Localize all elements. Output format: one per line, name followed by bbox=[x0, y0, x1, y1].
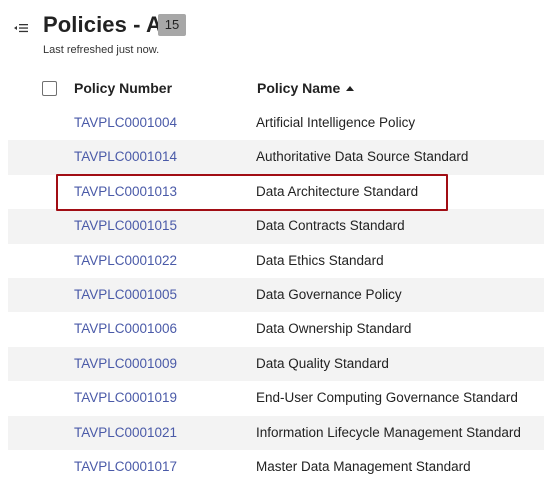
table-row[interactable]: TAVPLC0001013 Data Architecture Standard bbox=[8, 175, 544, 209]
policy-name-cell: Data Contracts Standard bbox=[256, 218, 405, 234]
sort-ascending-icon bbox=[346, 86, 355, 91]
table-row[interactable]: TAVPLC0001006 Data Ownership Standard bbox=[8, 312, 544, 346]
policy-name-cell: Information Lifecycle Management Standar… bbox=[256, 424, 521, 440]
policy-name-cell: Data Ownership Standard bbox=[256, 321, 412, 337]
policy-number-link[interactable]: TAVPLC0001019 bbox=[74, 390, 177, 405]
policy-name-cell: Data Ethics Standard bbox=[256, 252, 384, 268]
table-row[interactable]: TAVPLC0001009 Data Quality Standard bbox=[8, 346, 544, 382]
policy-number-link[interactable]: TAVPLC0001017 bbox=[74, 459, 177, 474]
column-header-label: Policy Name bbox=[257, 80, 341, 96]
table-row[interactable]: TAVPLC0001019 End-User Computing Governan… bbox=[8, 381, 544, 415]
table-row[interactable]: TAVPLC0001017 Master Data Management Stan… bbox=[8, 450, 544, 484]
table-row[interactable]: TAVPLC0001004 Artificial Intelligence Pol… bbox=[8, 106, 544, 140]
policy-number-link[interactable]: TAVPLC0001005 bbox=[74, 287, 177, 302]
collapse-list-icon[interactable] bbox=[14, 23, 28, 33]
column-header-policy-number[interactable]: Policy Number bbox=[74, 80, 172, 96]
policy-number-link[interactable]: TAVPLC0001022 bbox=[74, 253, 177, 268]
policy-name-cell: Data Governance Policy bbox=[256, 286, 402, 302]
record-count-badge: 15 bbox=[158, 14, 186, 36]
select-all-checkbox[interactable] bbox=[42, 81, 57, 96]
policy-number-link[interactable]: TAVPLC0001013 bbox=[74, 184, 177, 199]
policy-name-cell: Authoritative Data Source Standard bbox=[256, 149, 469, 165]
policy-number-link[interactable]: TAVPLC0001009 bbox=[74, 356, 177, 371]
policies-table: Policy Number Policy Name TAVPLC0001004 A… bbox=[8, 70, 544, 484]
policy-name-cell: Data Architecture Standard bbox=[256, 183, 419, 199]
last-refreshed-text: Last refreshed just now. bbox=[43, 44, 160, 56]
table-row[interactable]: TAVPLC0001021 Information Lifecycle Manag… bbox=[8, 415, 544, 450]
page-title: Policies - All bbox=[43, 12, 175, 37]
policy-name-cell: Master Data Management Standard bbox=[256, 458, 471, 474]
column-header-label: Policy Number bbox=[74, 80, 173, 96]
table-row[interactable]: TAVPLC0001014 Authoritative Data Source S… bbox=[8, 140, 544, 175]
policy-number-link[interactable]: TAVPLC0001014 bbox=[74, 149, 177, 164]
policy-number-link[interactable]: TAVPLC0001021 bbox=[74, 425, 177, 440]
policy-number-link[interactable]: TAVPLC0001015 bbox=[74, 218, 177, 233]
table-row[interactable]: TAVPLC0001005 Data Governance Policy bbox=[8, 277, 544, 313]
page-header: Policies - All 15 Last refreshed just no… bbox=[0, 0, 544, 64]
policy-name-cell: Artificial Intelligence Policy bbox=[256, 115, 416, 130]
table-header: Policy Number Policy Name bbox=[8, 70, 544, 106]
table-body: TAVPLC0001004 Artificial Intelligence Pol… bbox=[8, 106, 544, 484]
policy-number-link[interactable]: TAVPLC0001004 bbox=[74, 115, 177, 130]
column-header-policy-name[interactable]: Policy Name bbox=[257, 80, 355, 96]
table-row[interactable]: TAVPLC0001015 Data Contracts Standard bbox=[8, 209, 544, 244]
policy-name-cell: Data Quality Standard bbox=[256, 355, 389, 371]
policy-name-cell: End-User Computing Governance Standard bbox=[256, 390, 518, 406]
table-row[interactable]: TAVPLC0001022 Data Ethics Standard bbox=[8, 244, 544, 278]
policy-number-link[interactable]: TAVPLC0001006 bbox=[74, 321, 177, 336]
